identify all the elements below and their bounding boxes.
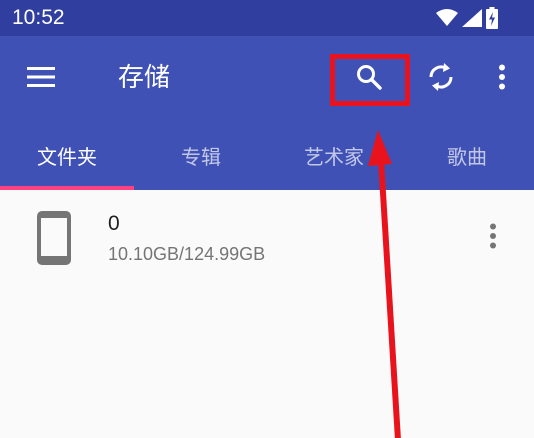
search-highlight-box (330, 54, 410, 106)
status-bar: 10:52 (0, 0, 534, 36)
tab-bar: 文件夹 专辑 艺术家 歌曲 (0, 120, 534, 190)
storage-list: 0 10.10GB/124.99GB (0, 190, 534, 438)
status-time: 10:52 (12, 6, 65, 29)
tab-artists[interactable]: 艺术家 (267, 120, 401, 190)
storage-name: 0 (108, 212, 120, 235)
refresh-icon (427, 62, 455, 96)
list-item[interactable]: 0 10.10GB/124.99GB (0, 190, 534, 286)
menu-button[interactable] (18, 56, 64, 102)
cell-signal-icon (462, 9, 482, 27)
menu-icon (27, 66, 55, 92)
toolbar: 存储 (0, 36, 534, 120)
page-title: 存储 (118, 63, 171, 93)
tab-folders[interactable]: 文件夹 (0, 120, 134, 190)
phone-icon (36, 210, 72, 266)
tab-albums[interactable]: 专辑 (134, 120, 268, 190)
refresh-button[interactable] (418, 56, 464, 102)
status-icons (436, 7, 498, 29)
wifi-icon (436, 9, 458, 27)
more-vert-icon (498, 64, 506, 94)
storage-usage: 10.10GB/124.99GB (108, 244, 266, 264)
more-options-button[interactable] (480, 56, 524, 102)
tab-songs[interactable]: 歌曲 (400, 120, 534, 190)
more-vert-icon (489, 223, 497, 253)
item-more-button[interactable] (478, 220, 508, 256)
battery-charging-icon (486, 7, 498, 29)
